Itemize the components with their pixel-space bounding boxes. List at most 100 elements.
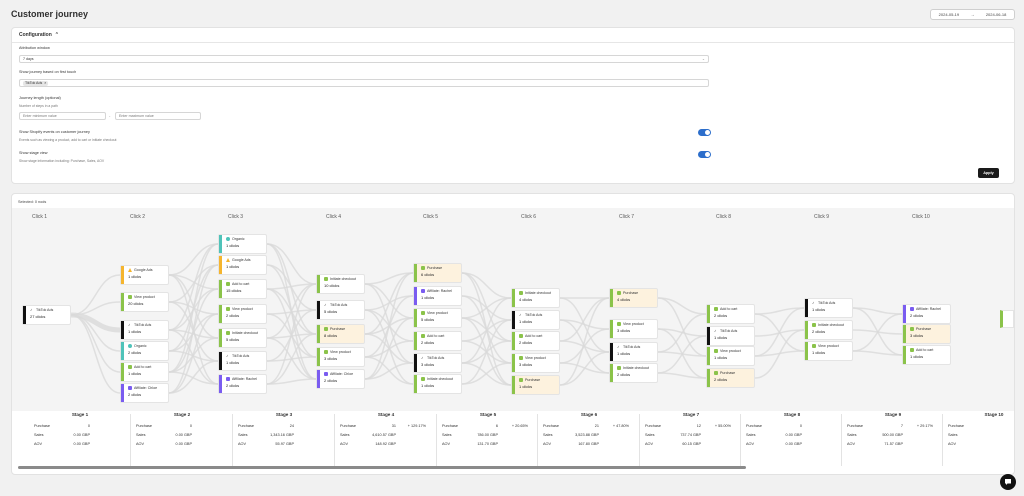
node-clicks: 1 clicks	[910, 354, 924, 359]
journey-node[interactable]: ♪ TikTok Ads 1 clicks	[706, 326, 755, 346]
stage-row-sales: Sales 500.00 GBP	[843, 430, 943, 439]
stage-key: AOV	[847, 441, 856, 446]
journey-node[interactable]: Initiate checkout 10 clicks	[316, 274, 365, 294]
journey-node[interactable]: ♪ TikTok Ads 1 clicks	[609, 342, 658, 362]
journey-node[interactable]: Purchase 3 clicks	[902, 324, 951, 344]
stage-divider	[130, 414, 131, 466]
node-name: Initiate checkout	[525, 291, 551, 295]
node-color-bar	[610, 289, 613, 307]
journey-node[interactable]: Purchase 1 clicks	[511, 375, 560, 395]
journey-node[interactable]: Add to cart 2 clicks	[706, 304, 755, 324]
journey-node[interactable]: Affiliate: Rachel 2 clicks	[218, 374, 267, 394]
node-title: Initiate checkout	[812, 323, 849, 327]
journey-node[interactable]: Affiliate: Rachel 1 clicks	[413, 286, 462, 306]
node-color-bar	[414, 332, 417, 350]
journey-node[interactable]: ♪ TikTok Ads 3 clicks	[413, 353, 462, 373]
node-title: Purchase	[910, 327, 947, 331]
journey-node[interactable]: ♪ TikTok Ads 27 clicks	[22, 305, 71, 325]
journey-node[interactable]: ♪ TikTok Ads 5 clicks	[316, 300, 365, 320]
stage-value: 0.00 GBP	[73, 441, 90, 446]
node-name: TikTok Ads	[232, 354, 250, 358]
node-title: ♪ TikTok Ads	[421, 356, 458, 361]
stage-key: Sales	[746, 432, 756, 437]
node-clicks: 1 clicks	[714, 335, 728, 340]
node-name: Add to cart	[525, 334, 543, 338]
stage-key: Purchase	[948, 423, 965, 428]
journey-node[interactable]: ♪ TikTok Ads 1 clicks	[120, 320, 169, 340]
journey-node[interactable]: Organic 1 clicks	[218, 234, 267, 254]
journey-node[interactable]: Add to cart 2 clicks	[413, 331, 462, 351]
click-header-2: Click 2	[130, 214, 146, 220]
stage-key: AOV	[34, 441, 43, 446]
node-color-bar	[707, 347, 710, 365]
journey-node[interactable]: ♪ TikTok Ads 1 clicks	[218, 351, 267, 371]
stage-key: AOV	[543, 441, 552, 446]
journey-node[interactable]: Add to cart 1 clicks	[120, 362, 169, 382]
node-clicks: 3 clicks	[421, 362, 435, 367]
journey-node[interactable]: View product 2 clicks	[218, 304, 267, 324]
node-name: Purchase	[427, 266, 443, 270]
node-title: Google Ads	[226, 258, 263, 262]
journey-node-partial[interactable]	[1000, 310, 1014, 328]
node-color-bar	[414, 287, 417, 305]
chat-button[interactable]	[1000, 474, 1016, 490]
journey-node[interactable]: View product 3 clicks	[316, 347, 365, 367]
journey-node[interactable]: Affiliate: Chloe 2 clicks	[316, 369, 365, 389]
journey-node[interactable]: View product 1 clicks	[804, 341, 853, 361]
journey-node[interactable]: Affiliate: Chloe 2 clicks	[120, 383, 169, 403]
node-color-bar	[121, 384, 124, 402]
stage-row-aov: AOV	[944, 439, 1024, 448]
node-title: View product	[812, 344, 849, 348]
stage-key: Sales	[543, 432, 553, 437]
node-name: Add to cart	[232, 282, 250, 286]
node-color-bar	[121, 363, 124, 381]
journey-node[interactable]: Purchase 2 clicks	[706, 368, 755, 388]
journey-node[interactable]: Purchase 4 clicks	[609, 288, 658, 308]
node-clicks: 1 clicks	[812, 307, 826, 312]
node-title: Affiliate: Rachel	[910, 307, 947, 311]
horizontal-scrollbar[interactable]	[18, 466, 746, 469]
node-color-bar	[23, 306, 26, 324]
journey-node[interactable]: Initiate checkout 2 clicks	[609, 363, 658, 383]
stage-value: 6	[495, 423, 498, 428]
stage-value: 737.74 GBP	[680, 432, 701, 437]
journey-node[interactable]: View product 3 clicks	[511, 353, 560, 373]
journey-node[interactable]: Initiate checkout 2 clicks	[804, 320, 853, 340]
stage-key: Purchase	[442, 423, 459, 428]
affiliate-icon	[226, 377, 230, 381]
stage-divider	[841, 414, 842, 466]
purchase-icon	[714, 371, 718, 375]
journey-node[interactable]: ♪ TikTok Ads 1 clicks	[804, 298, 853, 318]
journey-node[interactable]: Add to cart 2 clicks	[511, 331, 560, 351]
stage-value: 131.70 GBP	[477, 441, 498, 446]
journey-node[interactable]: Organic 2 clicks	[120, 341, 169, 361]
node-clicks: 4 clicks	[519, 297, 533, 302]
journey-node[interactable]: Add to cart 15 clicks	[218, 279, 267, 299]
stage-key: Sales	[847, 432, 857, 437]
journey-node[interactable]: Google Ads 1 clicks	[120, 265, 169, 285]
stage-value: 55.97 GBP	[275, 441, 294, 446]
journey-node[interactable]: View product 20 clicks	[120, 292, 169, 312]
journey-node[interactable]: View product 5 clicks	[413, 308, 462, 328]
node-name: Initiate checkout	[232, 331, 258, 335]
stage-row-aov: AOV 0.00 GBP	[30, 439, 130, 448]
shopify-icon	[617, 366, 621, 370]
journey-node[interactable]: Google Ads 1 clicks	[218, 255, 267, 275]
node-name: Add to cart	[916, 348, 934, 352]
stage-title: Stage 3	[275, 412, 293, 417]
stage-key: Purchase	[847, 423, 864, 428]
journey-node[interactable]: Purchase 8 clicks	[316, 324, 365, 344]
node-title: Purchase	[714, 371, 751, 375]
journey-node[interactable]: Initiate checkout 1 clicks	[413, 374, 462, 394]
journey-node[interactable]: View product 3 clicks	[609, 319, 658, 339]
journey-node[interactable]: Affiliate: Rachel 2 clicks	[902, 304, 951, 324]
journey-node[interactable]: ♪ TikTok Ads 1 clicks	[511, 310, 560, 330]
node-name: Purchase	[623, 291, 639, 295]
journey-node[interactable]: View product 1 clicks	[706, 346, 755, 366]
stage-value: 0.00 GBP	[73, 432, 90, 437]
shopify-icon	[324, 350, 328, 354]
journey-node[interactable]: Initiate checkout 5 clicks	[218, 328, 267, 348]
journey-node[interactable]: Initiate checkout 4 clicks	[511, 288, 560, 308]
journey-node[interactable]: Add to cart 1 clicks	[902, 345, 951, 365]
journey-node[interactable]: Purchase 6 clicks	[413, 263, 462, 283]
